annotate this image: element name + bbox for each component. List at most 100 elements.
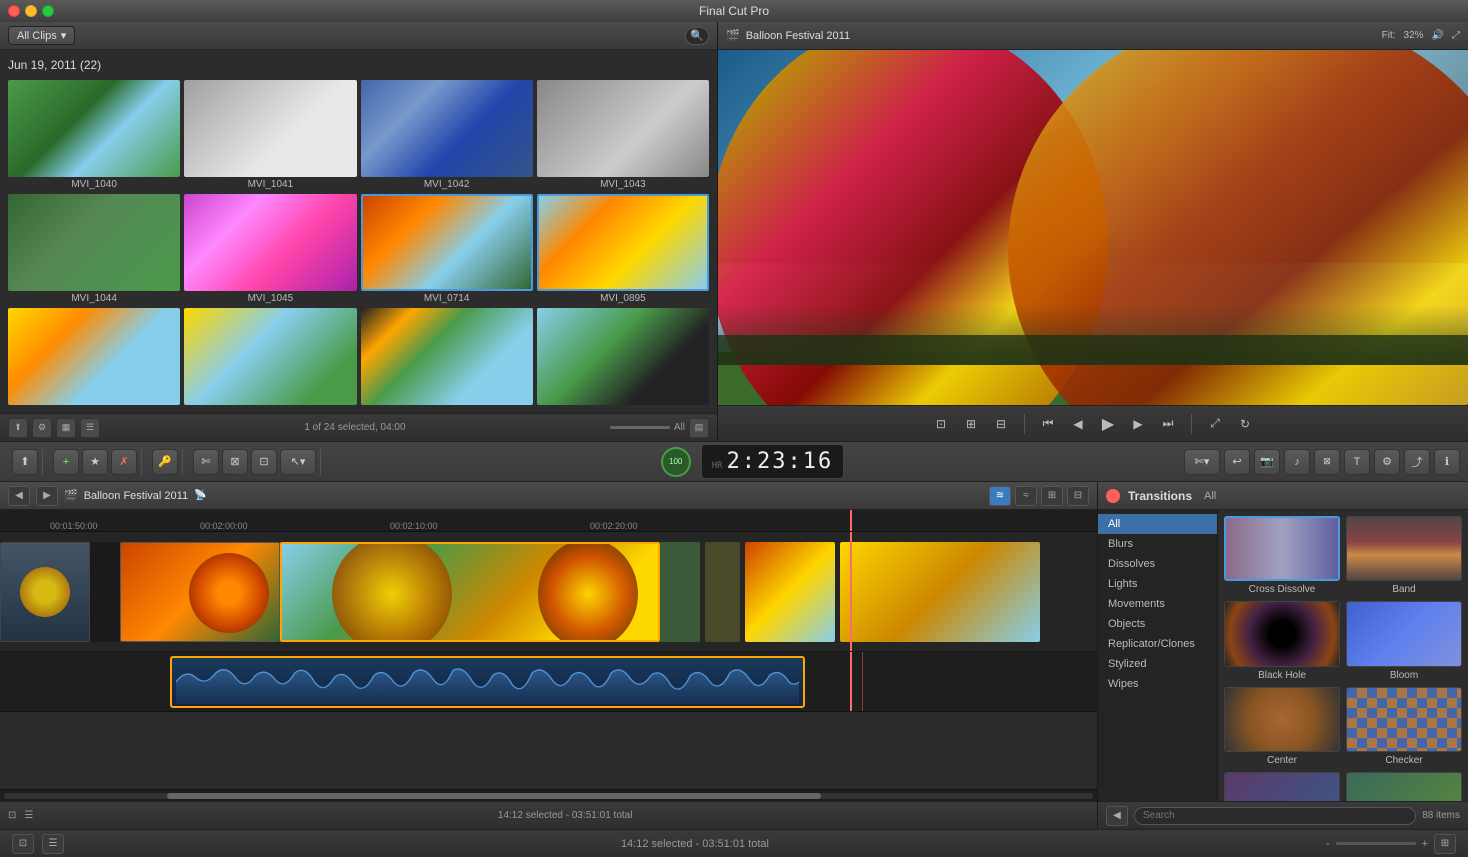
generator-button[interactable]: ⚙	[1374, 449, 1400, 475]
clip-item[interactable]: MVI_1043	[537, 80, 709, 190]
reject-button[interactable]: ✗	[111, 449, 137, 475]
tool-dropdown[interactable]: ↖▾	[280, 449, 316, 475]
transition-checker[interactable]: Checker	[1346, 687, 1462, 766]
clip-item[interactable]: MVI_0714	[361, 194, 533, 304]
clip-item[interactable]: MVI_1045	[184, 194, 356, 304]
transition-black-hole[interactable]: Black Hole	[1224, 601, 1340, 680]
transition-bloom[interactable]: Bloom	[1346, 601, 1462, 680]
timeline-scrollbar[interactable]	[0, 789, 1097, 801]
clip-item[interactable]: MVI_1040	[8, 80, 180, 190]
audio-waveform-icon[interactable]: ≋	[989, 486, 1011, 506]
refresh-button[interactable]: ↻	[1234, 413, 1256, 435]
zoom-in-icon[interactable]: +	[1422, 838, 1428, 850]
transition-item-8[interactable]	[1346, 772, 1462, 801]
fit-timeline-button[interactable]: ⊞	[1434, 834, 1456, 854]
transitions-search-input[interactable]	[1134, 807, 1416, 825]
fit-button[interactable]: ⊡	[930, 413, 952, 435]
minimize-button[interactable]	[25, 5, 37, 17]
timeline-options-icon[interactable]: ⊟	[1067, 486, 1089, 506]
transition-cross-dissolve[interactable]: Cross Dissolve	[1224, 516, 1340, 595]
crop-button[interactable]: ⊞	[960, 413, 982, 435]
fullscreen-icon[interactable]: ⤢	[1452, 30, 1460, 41]
undo-button[interactable]: ↩	[1224, 449, 1250, 475]
zoom-slider[interactable]	[1336, 842, 1416, 845]
import-icon[interactable]: ⬆	[8, 418, 28, 438]
clip-item[interactable]: MVI_1044	[8, 194, 180, 304]
audio-icon[interactable]: 🔊	[1432, 30, 1444, 41]
timeline-icon-btn[interactable]: ⊡	[8, 810, 16, 821]
category-lights[interactable]: Lights	[1098, 574, 1217, 594]
timeline-clip[interactable]	[660, 542, 700, 642]
title-button[interactable]: T	[1344, 449, 1370, 475]
status-icon-1[interactable]: ⊡	[12, 834, 34, 854]
transitions-all-label: All	[1204, 490, 1216, 502]
import-media-button[interactable]: ⬆	[12, 449, 38, 475]
maximize-button[interactable]	[42, 5, 54, 17]
timeline-clip[interactable]	[840, 542, 1040, 642]
share-button[interactable]: ⤴	[1404, 449, 1430, 475]
status-icon-2[interactable]: ☰	[42, 834, 64, 854]
blade-button[interactable]: ✄	[193, 449, 219, 475]
settings-icon[interactable]: ⚙	[32, 418, 52, 438]
snapshot-button[interactable]: 📷	[1254, 449, 1280, 475]
timeline-tracks[interactable]	[0, 532, 1097, 789]
favorite-button[interactable]: ★	[82, 449, 108, 475]
transform-button[interactable]: ⊟	[990, 413, 1012, 435]
timeline-prev-button[interactable]: ◀	[8, 486, 30, 506]
close-button[interactable]	[8, 5, 20, 17]
transition-item-7[interactable]	[1224, 772, 1340, 801]
scrollbar-thumb[interactable]	[167, 793, 820, 799]
step-back-button[interactable]: ◀	[1067, 413, 1089, 435]
transitions-close-button[interactable]	[1106, 489, 1120, 503]
list-view-icon[interactable]: ☰	[80, 418, 100, 438]
all-clips-dropdown[interactable]: All Clips ▾	[8, 26, 75, 45]
transition-band[interactable]: Band	[1346, 516, 1462, 595]
zoom-out-icon[interactable]: -	[1326, 838, 1330, 850]
browser-footer: ⬆ ⚙ ▦ ☰ 1 of 24 selected, 04:00 All ▤	[0, 413, 717, 441]
category-movements[interactable]: Movements	[1098, 594, 1217, 614]
category-blurs[interactable]: Blurs	[1098, 534, 1217, 554]
category-objects[interactable]: Objects	[1098, 614, 1217, 634]
skip-forward-button[interactable]: ⏭	[1157, 413, 1179, 435]
transition-center[interactable]: Center	[1224, 687, 1340, 766]
timeline-clip[interactable]	[705, 542, 740, 642]
keyword-button[interactable]: 🔑	[152, 449, 178, 475]
transition-button[interactable]: ⊠	[1314, 449, 1340, 475]
timeline-clip-selected[interactable]	[280, 542, 660, 642]
play-button[interactable]: ▶	[1097, 413, 1119, 435]
timeline-clip[interactable]	[745, 542, 835, 642]
skimmer-icon[interactable]: ≈	[1015, 486, 1037, 506]
clip-item[interactable]: MVI_1041	[184, 80, 356, 190]
inspector-button[interactable]: ℹ	[1434, 449, 1460, 475]
filter-icon[interactable]: ▤	[689, 418, 709, 438]
clip-item[interactable]: MVI_1042	[361, 80, 533, 190]
clip-item[interactable]	[8, 308, 180, 407]
category-replicator[interactable]: Replicator/Clones	[1098, 634, 1217, 654]
step-forward-button[interactable]: ▶	[1127, 413, 1149, 435]
clip-item[interactable]	[361, 308, 533, 407]
category-stylized[interactable]: Stylized	[1098, 654, 1217, 674]
timeline-clip[interactable]	[0, 542, 90, 642]
timeline-clip[interactable]	[120, 542, 280, 642]
grid-view-icon[interactable]: ▦	[56, 418, 76, 438]
blade-tool-button[interactable]: ✄▾	[1184, 449, 1220, 475]
clip-item[interactable]	[184, 308, 356, 407]
category-dissolves[interactable]: Dissolves	[1098, 554, 1217, 574]
snap-icon[interactable]: ⊞	[1041, 486, 1063, 506]
transitions-back-button[interactable]: ◀	[1106, 806, 1128, 826]
clip-item[interactable]: MVI_0895	[537, 194, 709, 304]
category-all[interactable]: All	[1098, 514, 1217, 534]
clip-list-btn[interactable]: ☰	[24, 810, 33, 821]
skip-back-button[interactable]: ⏮	[1037, 413, 1059, 435]
browser-search-icon[interactable]: 🔍	[685, 27, 709, 45]
add-to-timeline-button[interactable]: +	[53, 449, 79, 475]
audio-clip-selected[interactable]	[170, 656, 805, 708]
trim-button[interactable]: ⊠	[222, 449, 248, 475]
timeline-next-button[interactable]: ▶	[36, 486, 58, 506]
position-button[interactable]: ⊡	[251, 449, 277, 475]
zoom-slider[interactable]	[610, 426, 670, 429]
clip-item[interactable]	[537, 308, 709, 407]
category-wipes[interactable]: Wipes	[1098, 674, 1217, 694]
fullscreen-button[interactable]: ⤢	[1204, 413, 1226, 435]
audio-button[interactable]: ♪	[1284, 449, 1310, 475]
